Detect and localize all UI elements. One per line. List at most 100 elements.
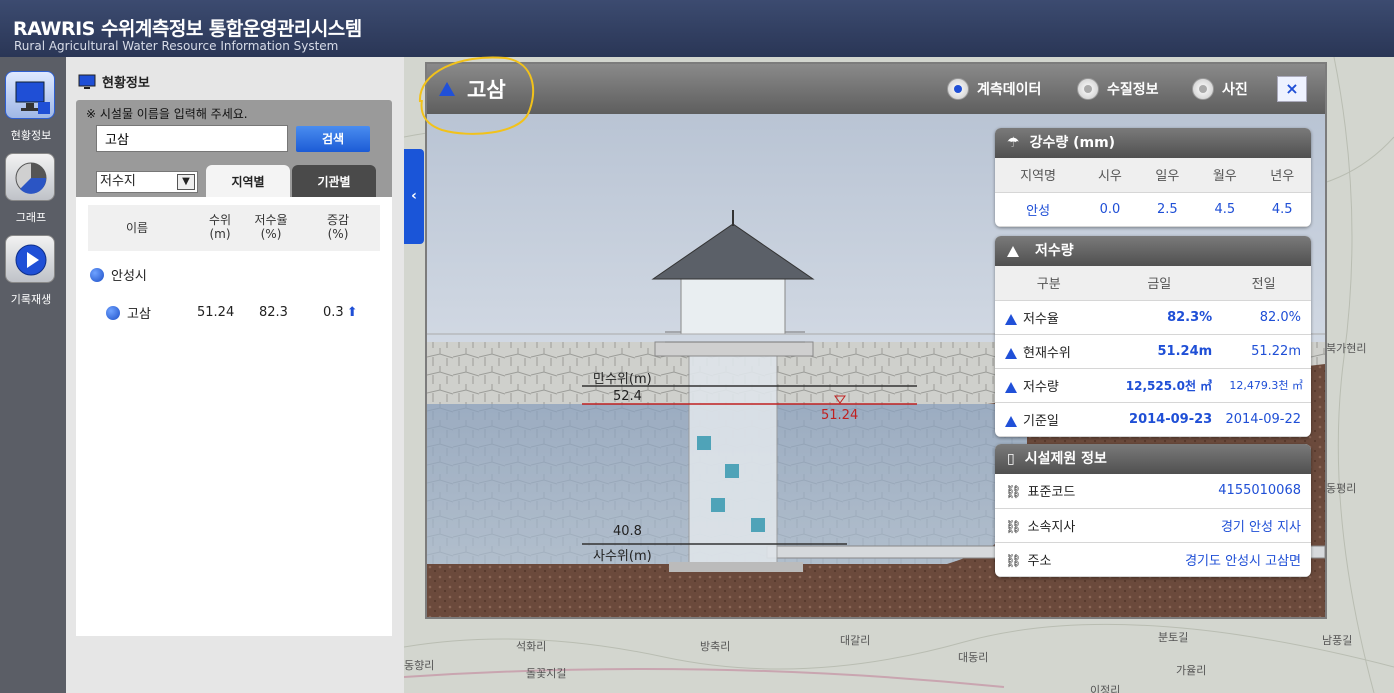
full-level-label: 만수위(m)	[593, 372, 652, 387]
reservoir-triangle-icon	[1005, 313, 1017, 325]
arrow-up-icon: ⬆	[346, 305, 358, 320]
facility-list: 이름 수위 (m) 저수율 (%) 증감 (%) 안성시 고삼 51.24 82…	[76, 197, 392, 636]
facility-value: 경기 안성 지사	[1121, 508, 1311, 543]
rain-cell: 0.0	[1081, 192, 1139, 227]
radio-label: 사진	[1222, 82, 1248, 98]
highlight-circle	[418, 56, 535, 135]
rainfall-table: 지역명 시우 일우 월우 년우 안성 0.0 2.5 4.5 4.5	[995, 158, 1311, 227]
facility-card: ▯ 시설제원 정보 ⛓ 표준코드 4155010068 ⛓ 소속지사 경기 안성 지사…	[995, 444, 1311, 577]
full-level-value: 52.4	[613, 389, 642, 404]
monitor-icon	[15, 81, 50, 114]
link-icon: ⛓	[1005, 485, 1022, 501]
storage-header: 저수량	[995, 236, 1311, 266]
radio-off-icon	[1077, 78, 1099, 100]
tab-region[interactable]: 지역별	[206, 165, 290, 197]
facility-label: 표준코드	[1027, 485, 1076, 501]
radio-photo[interactable]: 사진	[1192, 78, 1248, 100]
dead-level-label: 사수위(m)	[593, 549, 652, 564]
panel-header: 현황정보	[78, 72, 150, 91]
item-level: 51.24	[197, 305, 235, 320]
storage-row-label: 저수량	[1023, 379, 1059, 395]
graph-button[interactable]	[5, 153, 55, 201]
status-panel: 현황정보 ※ 시설물 이름을 입력해 주세요. 검색 저수지 ▼ 지역별 기관별…	[66, 57, 404, 693]
rain-cell: 2.5	[1138, 192, 1197, 227]
storage-row-label: 저수율	[1023, 311, 1059, 327]
radio-water-quality[interactable]: 수질정보	[1077, 78, 1159, 100]
list-item-gosam[interactable]: 고삼 51.24 82.3 0.3 ⬆	[106, 303, 376, 322]
map-label: 석화리	[516, 640, 547, 653]
reservoir-triangle-icon	[1007, 245, 1019, 257]
radio-measure-data[interactable]: 계측데이터	[947, 78, 1041, 100]
location-dot-icon	[106, 305, 120, 320]
list-group-ansung[interactable]: 안성시	[90, 265, 147, 284]
map-label: 대갈리	[840, 634, 871, 647]
col-name: 이름	[126, 221, 149, 235]
group-label: 안성시	[111, 269, 147, 284]
map-label: 대동리	[958, 651, 989, 664]
search-button[interactable]: 검색	[296, 126, 370, 152]
play-icon	[15, 244, 47, 276]
radio-on-icon	[947, 78, 969, 100]
rain-col: 지역명	[995, 158, 1082, 193]
current-level-value: 51.24	[821, 408, 859, 423]
facility-type-value: 저수지	[100, 174, 136, 189]
collapse-panel-button[interactable]: ‹	[404, 149, 424, 244]
storage-today: 12,525.0천 ㎥	[1102, 368, 1217, 403]
facility-search-input[interactable]	[96, 125, 288, 152]
rail-label-playback: 기록재생	[10, 293, 52, 306]
location-dot-icon	[90, 267, 104, 282]
storage-row-label: 기준일	[1023, 413, 1059, 429]
map-label: 남풍길	[1322, 634, 1353, 647]
col-level: 수위 (m)	[208, 213, 232, 241]
storage-yesterday: 51.22m	[1216, 334, 1311, 369]
storage-yesterday: 2014-09-22	[1216, 402, 1311, 437]
map-label: 분토길	[1158, 631, 1189, 644]
map-label: 북가현리	[1326, 342, 1367, 355]
app-subtitle: Rural Agricultural Water Resource Inform…	[14, 39, 339, 53]
chevron-left-icon: ‹	[411, 188, 417, 204]
rain-cell: 4.5	[1196, 192, 1254, 227]
rain-col: 일우	[1138, 158, 1197, 193]
link-icon: ⛓	[1005, 553, 1022, 569]
rail-label-status: 현황정보	[10, 129, 52, 142]
rainfall-title: 강수량 (mm)	[1029, 135, 1116, 151]
playback-button[interactable]	[5, 235, 55, 283]
facility-value: 경기도 안성시 고삼면	[1121, 542, 1311, 577]
item-change: 0.3	[323, 305, 344, 320]
storage-table: 구분 금일 전일 저수율 82.3% 82.0% 현재수위 51.24m 51.…	[995, 266, 1311, 437]
storage-row-label: 현재수위	[1023, 345, 1071, 361]
storage-title: 저수량	[1035, 243, 1074, 259]
link-icon: ⛓	[1005, 519, 1022, 535]
tab-agency[interactable]: 기관별	[292, 165, 376, 197]
list-header: 이름 수위 (m) 저수율 (%) 증감 (%)	[88, 205, 380, 251]
facility-label: 주소	[1027, 553, 1052, 569]
rain-col: 년우	[1253, 158, 1311, 193]
item-name: 고삼	[127, 307, 151, 322]
facility-header: ▯ 시설제원 정보	[995, 444, 1311, 474]
close-button[interactable]: ×	[1277, 76, 1307, 102]
icon-rail: 현황정보 그래프 기록재생	[0, 57, 66, 693]
facility-type-select[interactable]: 저수지 ▼	[96, 171, 198, 193]
rainfall-header: ☂ 강수량 (mm)	[995, 128, 1311, 158]
facility-title: 시설제원 정보	[1024, 451, 1107, 467]
radio-label: 계측데이터	[977, 82, 1042, 98]
storage-today: 51.24m	[1102, 334, 1217, 369]
storage-today: 82.3%	[1102, 300, 1217, 335]
map-label: 동평리	[1326, 482, 1357, 495]
umbrella-icon: ☂	[1007, 135, 1020, 151]
storage-col: 금일	[1102, 266, 1217, 301]
search-hint: ※ 시설물 이름을 입력해 주세요.	[86, 107, 248, 121]
app-header: RAWRIS 수위계측정보 통합운영관리시스템 Rural Agricultur…	[0, 0, 1394, 57]
app-title: RAWRIS 수위계측정보 통합운영관리시스템	[13, 18, 362, 40]
col-change: 증감 (%)	[326, 213, 350, 241]
radio-off-icon	[1192, 78, 1214, 100]
item-rate: 82.3	[259, 305, 288, 320]
rain-col: 월우	[1196, 158, 1254, 193]
rain-cell: 안성	[995, 192, 1082, 227]
panel-title: 현황정보	[102, 76, 150, 91]
facility-value: 4155010068	[1121, 474, 1311, 509]
status-info-button[interactable]	[5, 71, 55, 119]
map-label: 돌꽃지길	[526, 667, 567, 680]
reservoir-triangle-icon	[1005, 347, 1017, 359]
map-label: 방축리	[700, 640, 731, 653]
